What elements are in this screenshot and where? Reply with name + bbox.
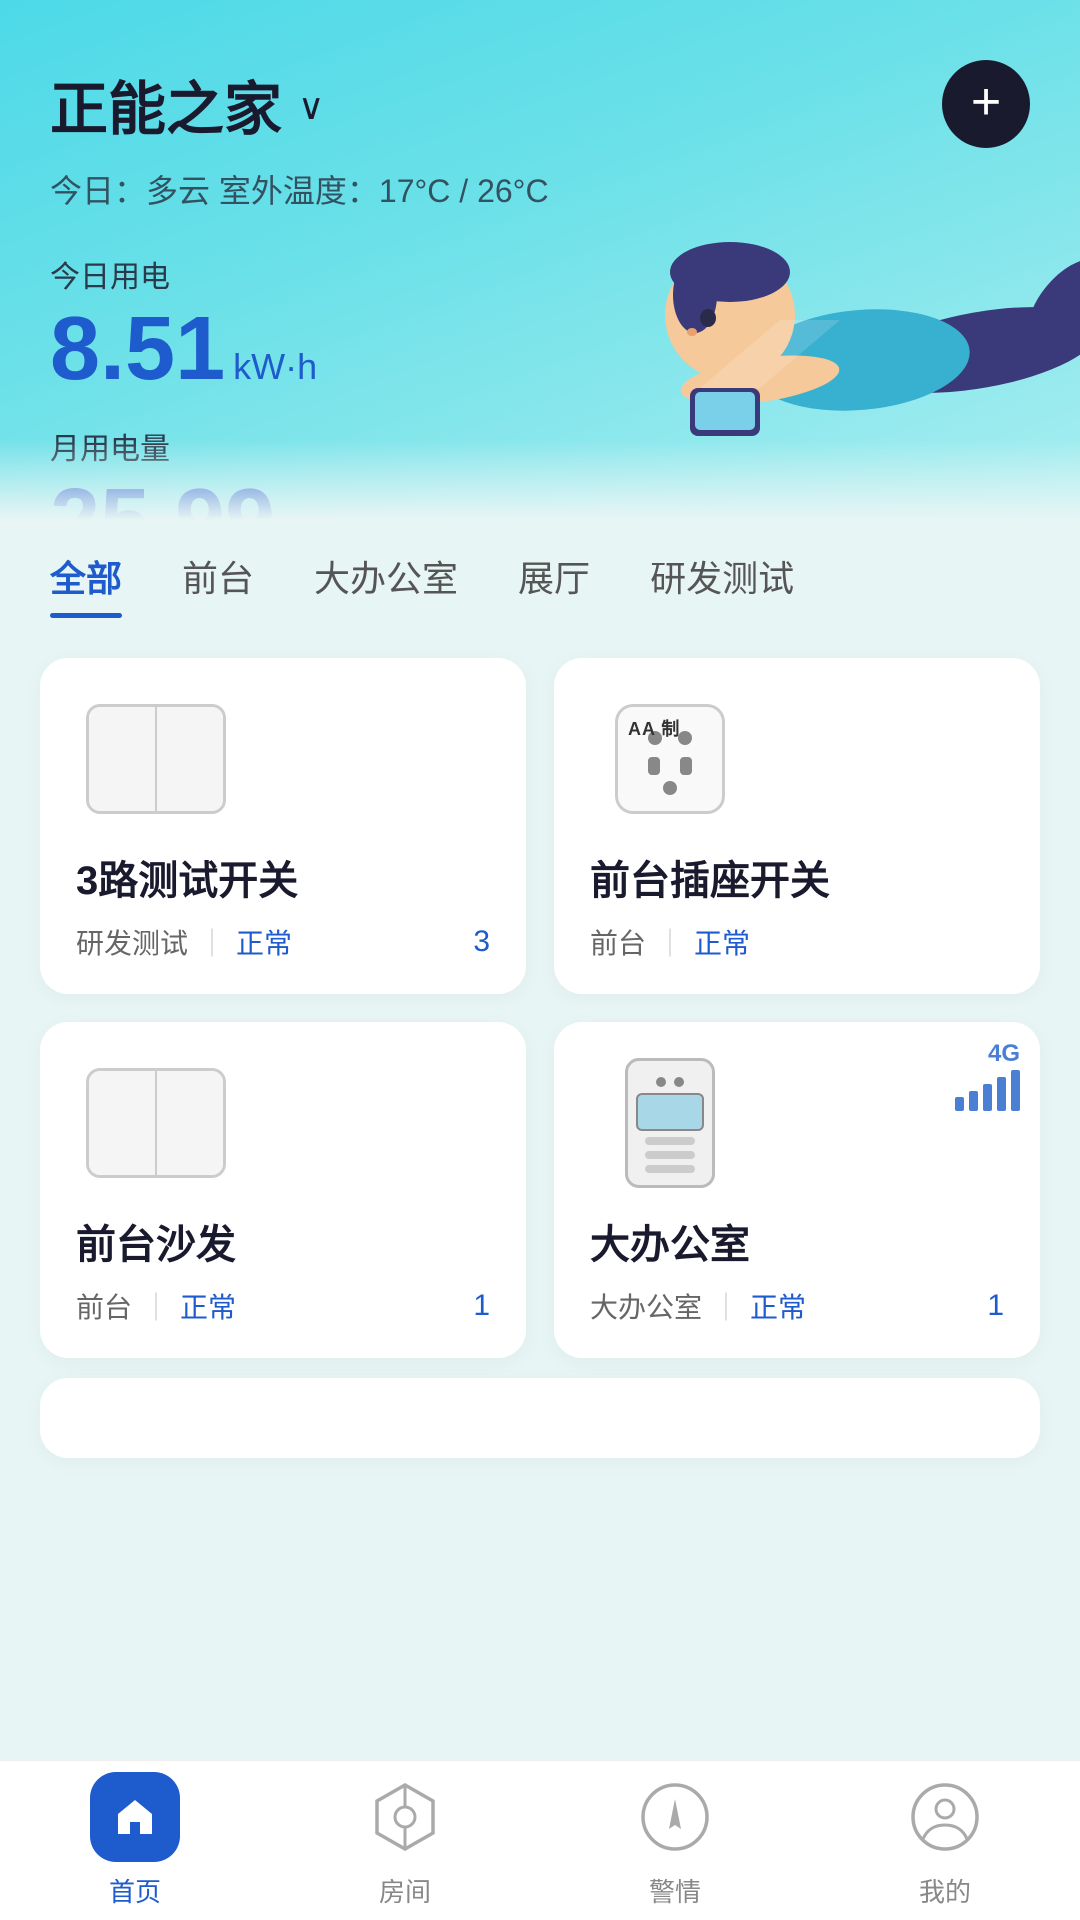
meter-dots	[656, 1077, 684, 1087]
socket-icon: AA 制	[615, 704, 725, 814]
device-name-2: 前台插座开关	[590, 848, 1004, 906]
device-icon-socket: AA 制	[590, 694, 750, 824]
device-meta-3: 前台 ｜ 正常 1	[76, 1286, 490, 1326]
signal-bar-3	[983, 1084, 992, 1111]
tab-bigoffice[interactable]: 大办公室	[314, 550, 458, 618]
tab-qiantai[interactable]: 前台	[182, 550, 254, 618]
device-card-3[interactable]: 前台沙发 前台 ｜ 正常 1	[40, 1022, 526, 1358]
nav-label-alerts: 警情	[649, 1872, 701, 1909]
tab-showroom[interactable]: 展厅	[518, 550, 590, 618]
device-room-3: 前台	[76, 1286, 132, 1326]
device-name-3: 前台沙发	[76, 1212, 490, 1270]
device-status-4: 正常	[750, 1286, 806, 1326]
nav-item-home[interactable]: 首页	[90, 1772, 180, 1909]
tab-all[interactable]: 全部	[50, 550, 122, 618]
alerts-icon	[630, 1772, 720, 1862]
meter-bar-2	[645, 1151, 695, 1159]
partial-card	[40, 1378, 1040, 1458]
device-card-1[interactable]: 3路测试开关 研发测试 ｜ 正常 3	[40, 658, 526, 994]
device-name-4: 大办公室	[590, 1212, 1004, 1270]
socket-hole-l	[648, 757, 660, 775]
signal-bar-2	[969, 1091, 978, 1111]
meter-bar-1	[645, 1137, 695, 1145]
divider-3: ｜	[142, 1286, 170, 1326]
switch-panel-3	[89, 1071, 157, 1175]
add-button[interactable]: +	[942, 60, 1030, 148]
socket-hole-row-1	[648, 757, 692, 775]
plus-icon: +	[971, 76, 1001, 128]
device-room-1: 研发测试	[76, 922, 188, 962]
device-meta-2: 前台 ｜ 正常	[590, 922, 1004, 962]
device-room-status-3: 前台 ｜ 正常	[76, 1286, 236, 1326]
meter-screen	[636, 1093, 704, 1131]
daily-energy-unit: kW·h	[233, 346, 317, 388]
switch-panel-4	[157, 1071, 223, 1175]
devices-grid: 3路测试开关 研发测试 ｜ 正常 3 AA 制	[0, 638, 1080, 1378]
socket-hole-r	[680, 757, 692, 775]
tabs-row: 全部 前台 大办公室 展厅 研发测试	[50, 550, 1030, 618]
device-meta-1: 研发测试 ｜ 正常 3	[76, 922, 490, 962]
rooms-icon	[360, 1772, 450, 1862]
signal-bars	[955, 1070, 1020, 1111]
divider-2: ｜	[656, 922, 684, 962]
signal-4g-icon: 4G	[955, 1042, 1020, 1111]
app-title: 正能之家	[50, 62, 282, 146]
daily-energy-value: 8.51	[50, 304, 225, 394]
device-meta-4: 大办公室 ｜ 正常 1	[590, 1286, 1004, 1326]
device-status-3: 正常	[180, 1286, 236, 1326]
divider-4: ｜	[712, 1286, 740, 1326]
bottom-nav: 首页 房间 警情	[0, 1760, 1080, 1920]
device-room-2: 前台	[590, 922, 646, 962]
home-icon	[90, 1772, 180, 1862]
partial-card-area	[0, 1378, 1080, 1458]
tabs-section: 全部 前台 大办公室 展厅 研发测试	[0, 520, 1080, 638]
device-card-2[interactable]: AA 制 前台插座开关 前	[554, 658, 1040, 994]
device-status-2: 正常	[694, 922, 750, 962]
meter-dot-1	[656, 1077, 666, 1087]
title-area: 正能之家 ∨	[50, 62, 324, 146]
socket-hole-ground	[663, 781, 677, 795]
switch-3-icon	[86, 704, 226, 814]
switch-panel-1	[89, 707, 157, 811]
signal-bar-4	[997, 1077, 1006, 1111]
chevron-down-icon[interactable]: ∨	[298, 86, 324, 128]
nav-label-rooms: 房间	[379, 1872, 431, 1909]
nav-item-rooms[interactable]: 房间	[360, 1772, 450, 1909]
device-room-status-1: 研发测试 ｜ 正常	[76, 922, 292, 962]
device-count-4: 1	[987, 1289, 1004, 1323]
device-name-1: 3路测试开关	[76, 848, 490, 906]
switch-panel-2	[157, 707, 223, 811]
device-room-status-4: 大办公室 ｜ 正常	[590, 1286, 806, 1326]
nav-label-home: 首页	[109, 1872, 161, 1909]
device-room-4: 大办公室	[590, 1286, 702, 1326]
meter-dot-2	[674, 1077, 684, 1087]
device-card-4[interactable]: 4G	[554, 1022, 1040, 1358]
nav-item-mine[interactable]: 我的	[900, 1772, 990, 1909]
device-icon-meter	[590, 1058, 750, 1188]
device-room-status-2: 前台 ｜ 正常	[590, 922, 750, 962]
switch-2-icon	[86, 1068, 226, 1178]
header-row: 正能之家 ∨ +	[50, 60, 1030, 148]
meter-bar-3	[645, 1165, 695, 1173]
device-count-1: 3	[473, 925, 490, 959]
tab-rdtest[interactable]: 研发测试	[650, 550, 794, 618]
socket-holes	[648, 757, 692, 795]
divider-1: ｜	[198, 922, 226, 962]
device-icon-switch3	[76, 694, 236, 824]
person-illustration	[640, 140, 1080, 460]
signal-bar-1	[955, 1097, 964, 1111]
signal-bar-5	[1011, 1070, 1020, 1111]
meter-icon	[625, 1058, 715, 1188]
device-count-3: 1	[473, 1289, 490, 1323]
mine-icon	[900, 1772, 990, 1862]
nav-item-alerts[interactable]: 警情	[630, 1772, 720, 1909]
device-icon-switch2	[76, 1058, 236, 1188]
nav-label-mine: 我的	[919, 1872, 971, 1909]
hero-section: 正能之家 ∨ + 今日：多云 室外温度：17°C / 26°C 今日用电 8.5…	[0, 0, 1080, 520]
hero-gradient	[0, 440, 1080, 520]
device-status-1: 正常	[236, 922, 292, 962]
